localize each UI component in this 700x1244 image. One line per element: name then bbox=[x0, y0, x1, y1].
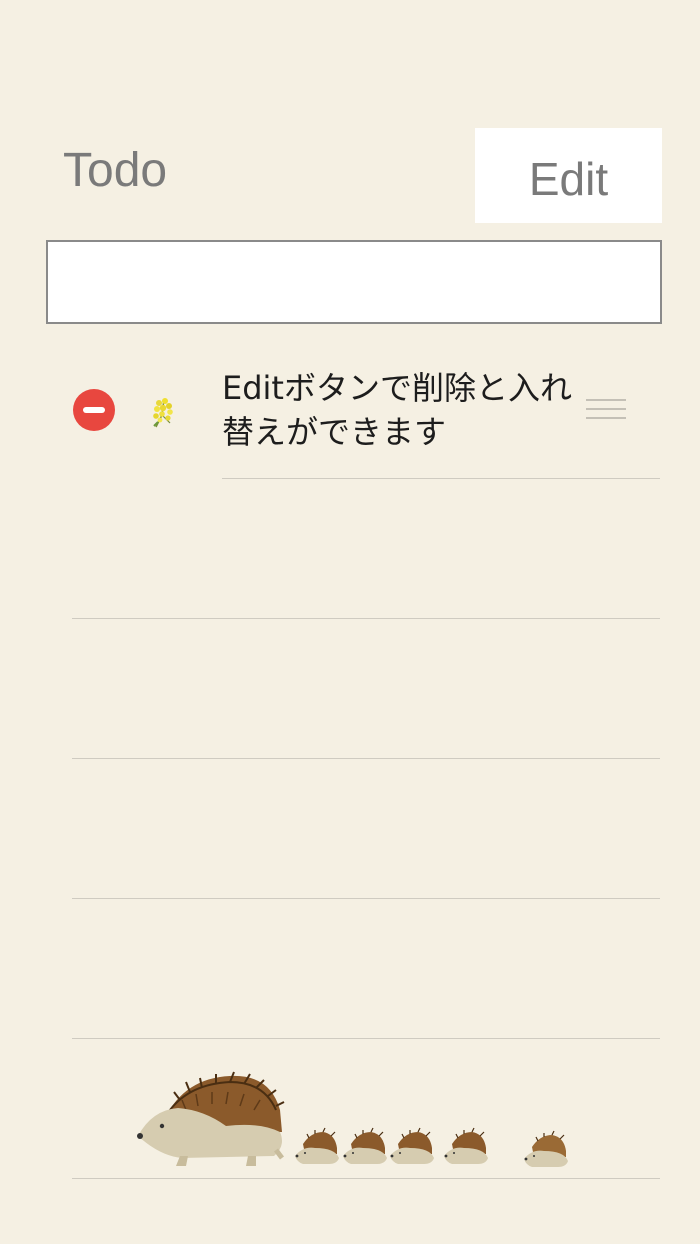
mimosa-flower-icon bbox=[153, 398, 173, 428]
hedgehog-baby-icon bbox=[524, 1130, 568, 1167]
hedgehog-baby-icon bbox=[295, 1127, 339, 1164]
hedgehog-baby-icon bbox=[343, 1127, 387, 1164]
row-divider bbox=[72, 1038, 660, 1039]
row-divider bbox=[72, 1178, 660, 1179]
hedgehog-parent-icon bbox=[137, 1071, 285, 1166]
row-divider bbox=[72, 758, 660, 759]
row-divider bbox=[72, 898, 660, 899]
hedgehog-family-icon bbox=[137, 1071, 568, 1167]
new-todo-input[interactable] bbox=[46, 240, 662, 324]
hedgehog-baby-icon bbox=[444, 1127, 488, 1164]
todo-item-text: Editボタンで削除と入れ替えができます bbox=[222, 369, 572, 451]
edit-button[interactable]: Edit bbox=[475, 128, 662, 223]
list-item[interactable]: Editボタンで削除と入れ替えができます bbox=[0, 340, 700, 480]
delete-icon[interactable] bbox=[73, 389, 115, 431]
hedgehog-baby-icon bbox=[390, 1127, 434, 1164]
reorder-icon[interactable] bbox=[586, 399, 626, 421]
row-divider bbox=[222, 478, 660, 479]
page-title: Todo bbox=[63, 144, 168, 197]
row-divider bbox=[72, 618, 660, 619]
